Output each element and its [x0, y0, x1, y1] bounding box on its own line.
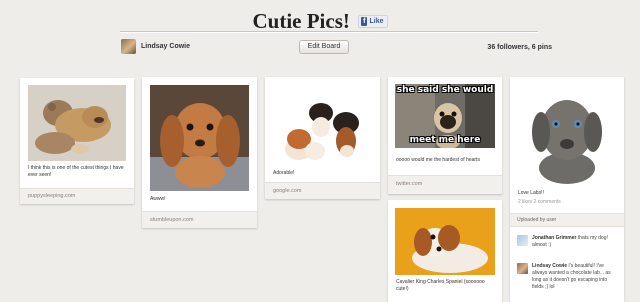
pin-likes-comments[interactable]: 2 likes 2 comments [518, 199, 561, 205]
header-divider [120, 31, 538, 33]
pin-card[interactable]: I think this is one of the cutest things… [20, 78, 134, 204]
pin-description: Adorable! [273, 170, 295, 176]
pin-card[interactable]: Awww! stumbleupon.com [142, 77, 257, 228]
meme-top-text: she said she would [396, 85, 494, 95]
sleeping-puppy-with-teddy-image [28, 85, 126, 161]
facebook-icon: f [361, 16, 368, 26]
avatar[interactable] [517, 235, 528, 246]
board-stats[interactable]: 36 followers, 6 pins [440, 44, 552, 51]
pin-image[interactable] [395, 208, 495, 275]
labrador-puppy-image [518, 84, 616, 185]
pin-card[interactable]: Adorable! google.com [265, 77, 380, 199]
spaniel-puppies-image [273, 85, 372, 165]
pin-source[interactable]: google.com [265, 182, 380, 199]
avatar[interactable] [517, 263, 528, 274]
comment: Jonathan Grimmer thats my dog! almost :) [517, 235, 620, 253]
pin-card[interactable]: Cavalier King Charles Spaniel (soooooo c… [388, 200, 502, 302]
comment: Lindsay Cowie I's beautiful! I've always… [517, 263, 620, 297]
pin-description: ooooo would me the hardest of hearts [396, 157, 480, 163]
pin-description: Cavalier King Charles Spaniel (soooooo c… [396, 279, 485, 292]
avatar[interactable] [121, 39, 136, 54]
facebook-like-button[interactable]: f Like [358, 14, 388, 28]
dachshund-puppy-image [150, 85, 249, 191]
comment-author[interactable]: Jonathan Grimmer [532, 235, 576, 241]
pin-source[interactable]: twitter.com [388, 175, 502, 194]
pin-image[interactable] [518, 84, 616, 185]
uploaded-by-bar: Uploaded by user [510, 213, 624, 227]
pin-description: Awww! [150, 196, 166, 202]
cavalier-spaniel-image [395, 208, 495, 275]
pin-description: I think this is one of the cutest things… [28, 165, 124, 178]
edit-board-button[interactable]: Edit Board [299, 40, 349, 54]
pin-card[interactable]: Love Labs!! 2 likes 2 comments Uploaded … [510, 77, 624, 302]
pin-source[interactable]: puppysleeping.com [20, 188, 134, 204]
board-title: Cutie Pics! f Like [0, 7, 640, 34]
pin-description: Love Labs!! [518, 190, 544, 196]
pin-image[interactable] [28, 85, 126, 161]
board-title-text: Cutie Pics! [252, 8, 350, 33]
meme-bottom-text: meet me here [409, 135, 481, 145]
owner-name[interactable]: Lindsay Cowie [141, 43, 190, 50]
pin-image[interactable] [273, 85, 372, 165]
board-owner[interactable]: Lindsay Cowie [121, 39, 190, 54]
pin-image[interactable] [150, 85, 249, 191]
pin-source[interactable]: stumbleupon.com [142, 211, 257, 228]
pin-card[interactable]: she said she would meet me here ooooo wo… [388, 77, 502, 194]
comment-author[interactable]: Lindsay Cowie [532, 263, 567, 269]
pin-image[interactable]: she said she would meet me here [395, 84, 495, 148]
facebook-like-label: Like [369, 17, 384, 25]
